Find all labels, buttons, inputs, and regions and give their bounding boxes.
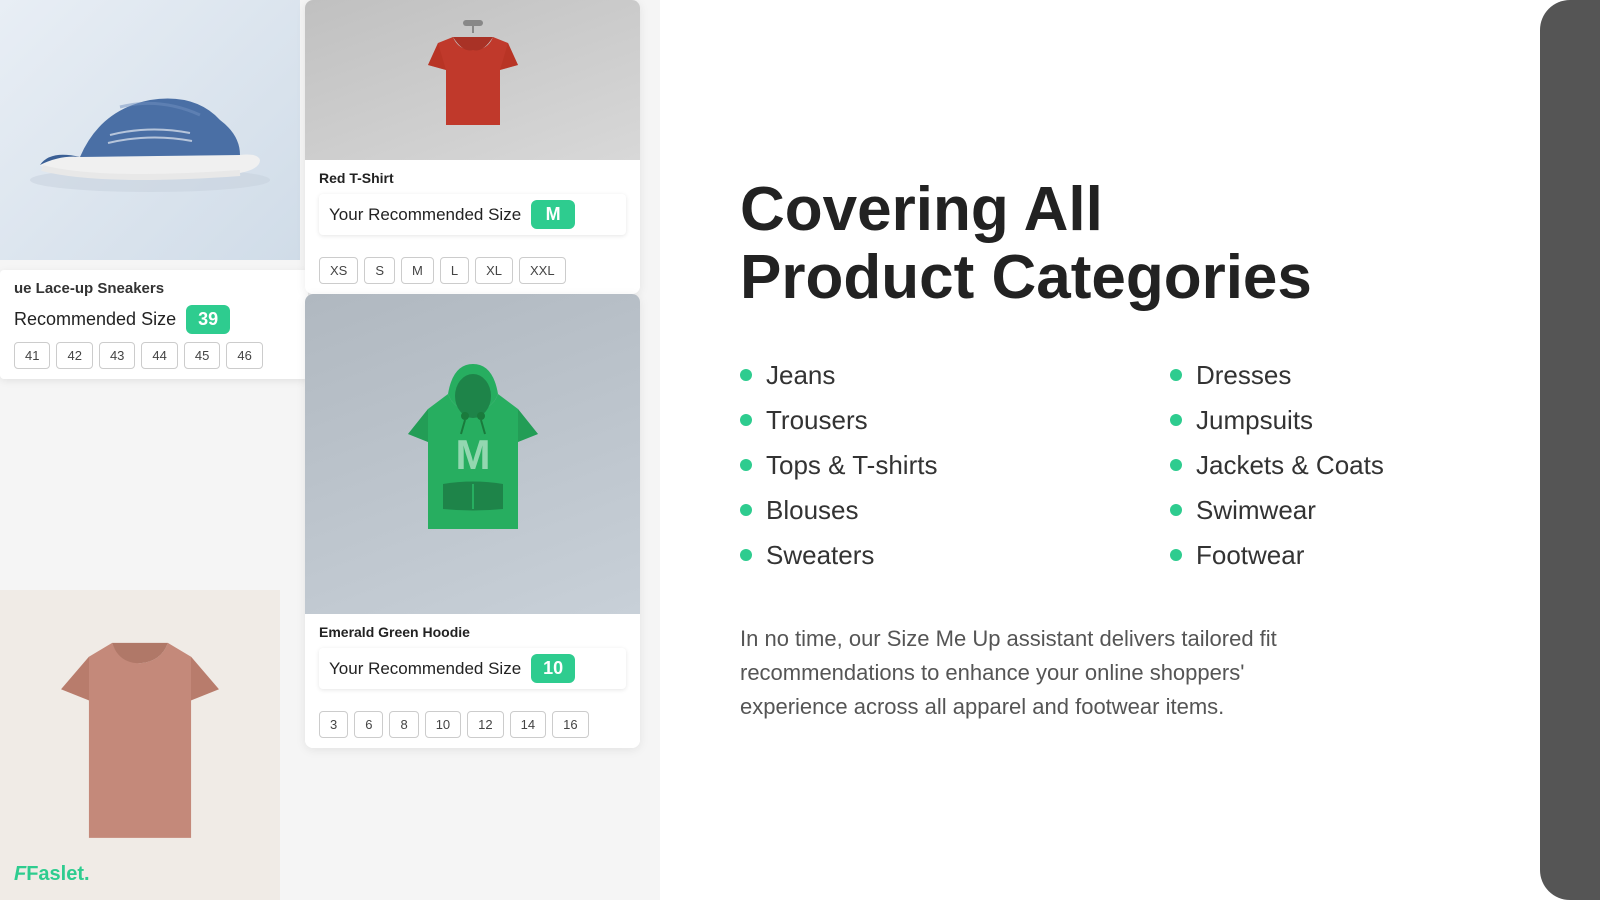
red-tshirt-rec-label: Your Recommended Size	[329, 205, 521, 225]
category-dresses-label: Dresses	[1196, 360, 1291, 391]
red-tshirt-rec-row: Your Recommended Size M	[319, 194, 626, 235]
category-trousers: Trousers	[740, 398, 1090, 443]
category-dresses: Dresses	[1170, 353, 1520, 398]
faslet-logo: FFaslet.	[14, 863, 90, 886]
sneaker-title: ue Lace-up Sneakers	[14, 280, 294, 297]
hoodie-info: Emerald Green Hoodie Your Recommended Si…	[305, 614, 640, 703]
bullet-trousers	[740, 414, 752, 426]
hoodie-svg: M	[393, 354, 553, 554]
category-swimwear-label: Swimwear	[1196, 495, 1316, 526]
hoodie-rec-label: Your Recommended Size	[329, 659, 521, 679]
bullet-tops	[740, 459, 752, 471]
faslet-logo-text: Faslet.	[26, 863, 89, 885]
sneaker-size-options: 41 42 43 44 45 46	[14, 342, 294, 369]
category-sweaters-label: Sweaters	[766, 540, 874, 571]
category-footwear: Footwear	[1170, 533, 1520, 578]
shoe-image	[0, 0, 300, 260]
svg-text:M: M	[455, 431, 490, 478]
size-10[interactable]: 10	[425, 711, 461, 738]
size-option-45[interactable]: 45	[184, 342, 220, 369]
heading-line2: Product Categories	[740, 243, 1312, 312]
red-tshirt-card: Red T-Shirt Your Recommended Size M XS S…	[305, 0, 640, 294]
sneaker-rec-label: Recommended Size	[14, 309, 176, 330]
hoodie-rec-row: Your Recommended Size 10	[319, 648, 626, 689]
hoodie-card: M Emerald Green Hoodie Your Recommended …	[305, 294, 640, 748]
category-blouses-label: Blouses	[766, 495, 859, 526]
size-option-41[interactable]: 41	[14, 342, 50, 369]
category-tops-label: Tops & T-shirts	[766, 450, 937, 481]
size-14[interactable]: 14	[510, 711, 546, 738]
category-swimwear: Swimwear	[1170, 488, 1520, 533]
right-panel: Covering All Product Categories Jeans Tr…	[660, 0, 1600, 900]
category-jeans-label: Jeans	[766, 360, 835, 391]
main-heading: Covering All Product Categories	[740, 176, 1520, 312]
size-option-42[interactable]: 42	[56, 342, 92, 369]
size-8[interactable]: 8	[389, 711, 418, 738]
size-16[interactable]: 16	[552, 711, 588, 738]
size-xxl[interactable]: XXL	[519, 257, 566, 284]
shoe-svg	[20, 65, 280, 195]
category-footwear-label: Footwear	[1196, 540, 1304, 571]
sneaker-size-card: ue Lace-up Sneakers Recommended Size 39 …	[0, 270, 308, 379]
bullet-blouses	[740, 504, 752, 516]
bullet-swimwear	[1170, 504, 1182, 516]
category-jumpsuits: Jumpsuits	[1170, 398, 1520, 443]
sneaker-rec-row: Recommended Size 39	[14, 305, 294, 334]
hoodie-name: Emerald Green Hoodie	[319, 624, 626, 640]
left-panel: ue Lace-up Sneakers Recommended Size 39 …	[0, 0, 660, 900]
bullet-jeans	[740, 369, 752, 381]
size-option-46[interactable]: 46	[226, 342, 262, 369]
bullet-dresses	[1170, 369, 1182, 381]
size-option-44[interactable]: 44	[141, 342, 177, 369]
category-blouses: Blouses	[740, 488, 1090, 533]
red-tshirt-size-badge: M	[531, 200, 575, 229]
heading-line1: Covering All	[740, 175, 1103, 244]
categories-col2: Dresses Jumpsuits Jackets & Coats Swimwe…	[1170, 353, 1520, 578]
bullet-jackets	[1170, 459, 1182, 471]
size-6[interactable]: 6	[354, 711, 383, 738]
red-tshirt-sizes: XS S M L XL XXL	[305, 249, 640, 294]
hoodie-sizes: 3 6 8 10 12 14 16	[305, 703, 640, 748]
tan-tshirt-svg	[30, 615, 250, 875]
products-column: Red T-Shirt Your Recommended Size M XS S…	[305, 0, 640, 764]
hoodie-image: M	[305, 294, 640, 614]
size-12[interactable]: 12	[467, 711, 503, 738]
size-l[interactable]: L	[440, 257, 469, 284]
faslet-logo-f: F	[14, 863, 26, 885]
category-sweaters: Sweaters	[740, 533, 1090, 578]
size-3[interactable]: 3	[319, 711, 348, 738]
category-jackets-label: Jackets & Coats	[1196, 450, 1384, 481]
tan-tshirt-area	[0, 590, 280, 900]
tshirt-svg	[408, 15, 538, 145]
categories-col1: Jeans Trousers Tops & T-shirts Blouses S…	[740, 353, 1090, 578]
category-jumpsuits-label: Jumpsuits	[1196, 405, 1313, 436]
bullet-footwear	[1170, 549, 1182, 561]
sneaker-size-badge: 39	[186, 305, 230, 334]
size-m[interactable]: M	[401, 257, 434, 284]
categories-grid: Jeans Trousers Tops & T-shirts Blouses S…	[740, 353, 1520, 578]
size-option-43[interactable]: 43	[99, 342, 135, 369]
description-text: In no time, our Size Me Up assistant del…	[740, 622, 1320, 724]
bullet-sweaters	[740, 549, 752, 561]
size-s[interactable]: S	[364, 257, 395, 284]
size-xl[interactable]: XL	[475, 257, 513, 284]
red-tshirt-name: Red T-Shirt	[319, 170, 626, 186]
category-trousers-label: Trousers	[766, 405, 868, 436]
category-jackets: Jackets & Coats	[1170, 443, 1520, 488]
hoodie-size-badge: 10	[531, 654, 575, 683]
bullet-jumpsuits	[1170, 414, 1182, 426]
red-tshirt-image	[305, 0, 640, 160]
category-tops: Tops & T-shirts	[740, 443, 1090, 488]
red-tshirt-info: Red T-Shirt Your Recommended Size M	[305, 160, 640, 249]
dark-side-panel	[1540, 0, 1600, 900]
size-xs[interactable]: XS	[319, 257, 358, 284]
category-jeans: Jeans	[740, 353, 1090, 398]
